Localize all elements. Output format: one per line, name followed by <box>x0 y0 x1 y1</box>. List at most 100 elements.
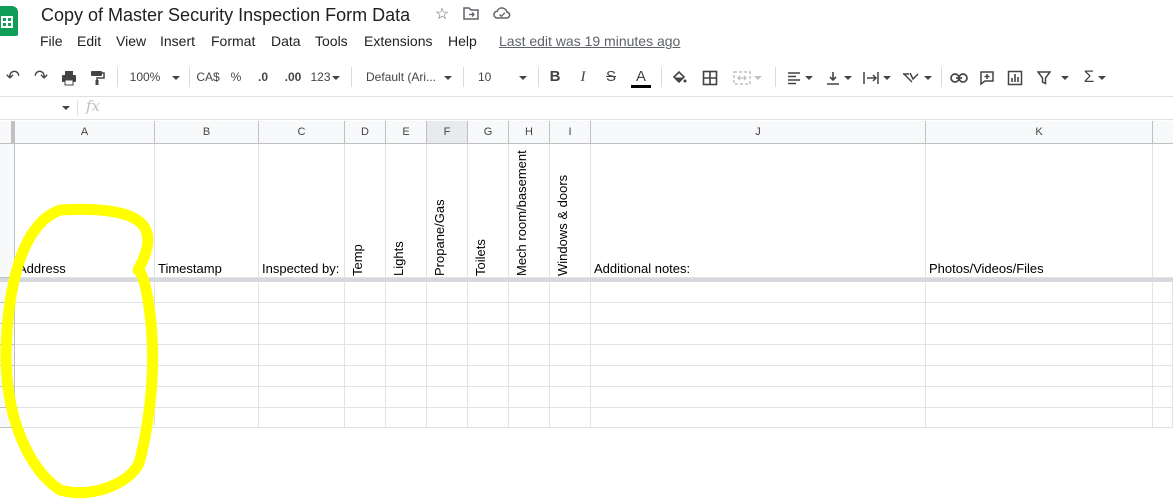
grid-cell[interactable] <box>155 345 259 366</box>
name-box-dropdown[interactable] <box>62 106 70 110</box>
sheets-logo-icon[interactable] <box>0 6 18 36</box>
column-header-a[interactable]: A <box>15 121 155 144</box>
grid-cell[interactable] <box>926 345 1153 366</box>
font-size-select[interactable]: 10 <box>470 63 532 91</box>
header-cell-lights[interactable]: Lights <box>386 144 427 278</box>
grid-cell[interactable] <box>509 324 550 345</box>
menu-help[interactable]: Help <box>448 33 477 49</box>
row-header-5[interactable] <box>0 345 15 366</box>
bold-button[interactable]: B <box>545 63 565 91</box>
text-wrapping-icon[interactable] <box>860 63 894 91</box>
grid-cell[interactable] <box>468 282 509 303</box>
document-title[interactable]: Copy of Master Security Inspection Form … <box>41 5 410 26</box>
merge-cells-icon[interactable] <box>728 63 766 91</box>
grid-cell[interactable] <box>259 303 345 324</box>
grid-cell[interactable] <box>1153 366 1173 387</box>
paint-format-icon[interactable] <box>86 63 108 91</box>
horizontal-align-icon[interactable] <box>783 63 817 91</box>
grid-cell[interactable] <box>386 303 427 324</box>
header-cell-timestamp[interactable]: Timestamp <box>155 144 259 278</box>
grid-cell[interactable] <box>155 303 259 324</box>
functions-button[interactable]: Σ <box>1078 63 1112 91</box>
grid-cell[interactable] <box>386 366 427 387</box>
grid-cell[interactable] <box>468 345 509 366</box>
grid-cell[interactable] <box>591 282 926 303</box>
grid-cell[interactable] <box>926 303 1153 324</box>
grid-cell[interactable] <box>509 282 550 303</box>
grid-cell[interactable] <box>427 324 468 345</box>
grid-cell[interactable] <box>259 345 345 366</box>
column-header-d[interactable]: D <box>345 121 386 144</box>
grid-cell[interactable] <box>550 366 591 387</box>
grid-cell[interactable] <box>550 387 591 408</box>
menu-file[interactable]: File <box>40 33 63 49</box>
grid-cell[interactable] <box>1153 303 1173 324</box>
grid-cell[interactable] <box>468 366 509 387</box>
grid-cell[interactable] <box>427 282 468 303</box>
grid-cell[interactable] <box>550 324 591 345</box>
insert-link-icon[interactable] <box>948 63 970 91</box>
grid-cell[interactable] <box>509 303 550 324</box>
header-cell-address[interactable]: Address <box>15 144 155 278</box>
column-header-c[interactable]: C <box>259 121 345 144</box>
select-all-corner[interactable] <box>0 121 15 144</box>
grid-cell[interactable] <box>926 408 1153 428</box>
grid-cell[interactable] <box>926 282 1153 303</box>
grid-cell[interactable] <box>509 345 550 366</box>
decrease-decimal-button[interactable]: .0 <box>252 63 274 91</box>
menu-tools[interactable]: Tools <box>315 33 348 49</box>
font-family-select[interactable]: Default (Ari... <box>362 63 458 91</box>
menu-format[interactable]: Format <box>211 33 255 49</box>
grid-cell[interactable] <box>345 387 386 408</box>
grid-cell[interactable] <box>155 282 259 303</box>
row-header-6[interactable] <box>0 366 15 387</box>
italic-button[interactable]: I <box>573 63 593 91</box>
grid-cell[interactable] <box>509 366 550 387</box>
grid-cell[interactable] <box>386 282 427 303</box>
grid-cell[interactable] <box>386 345 427 366</box>
header-cell-windows-doors[interactable]: Windows & doors <box>550 144 591 278</box>
menu-insert[interactable]: Insert <box>160 33 195 49</box>
strikethrough-button[interactable]: S <box>601 63 621 91</box>
menu-view[interactable]: View <box>116 33 146 49</box>
grid-cell[interactable] <box>550 282 591 303</box>
grid-cell[interactable] <box>345 366 386 387</box>
formula-input[interactable] <box>117 100 1167 116</box>
grid-cell[interactable] <box>345 303 386 324</box>
menu-data[interactable]: Data <box>271 33 301 49</box>
grid-cell[interactable] <box>550 303 591 324</box>
menu-extensions[interactable]: Extensions <box>364 33 432 49</box>
grid-cell[interactable] <box>1153 408 1173 428</box>
grid-cell[interactable] <box>345 282 386 303</box>
grid-cell[interactable] <box>259 282 345 303</box>
grid-cell[interactable] <box>427 303 468 324</box>
grid-cell[interactable] <box>155 324 259 345</box>
grid-cell[interactable] <box>345 345 386 366</box>
grid-cell[interactable] <box>468 387 509 408</box>
grid-cell[interactable] <box>15 408 155 428</box>
vertical-align-icon[interactable] <box>822 63 856 91</box>
filter-icon[interactable] <box>1033 63 1073 91</box>
grid-cell[interactable] <box>155 408 259 428</box>
column-header-g[interactable]: G <box>468 121 509 144</box>
currency-format-button[interactable]: CA$ <box>194 63 222 91</box>
more-formats-select[interactable]: 123 <box>309 63 341 91</box>
grid-cell[interactable] <box>591 408 926 428</box>
grid-cell[interactable] <box>1153 324 1173 345</box>
last-edit-link[interactable]: Last edit was 19 minutes ago <box>499 33 680 49</box>
increase-decimal-button[interactable]: .00 <box>280 63 306 91</box>
grid-cell[interactable] <box>386 387 427 408</box>
grid-cell[interactable] <box>15 282 155 303</box>
grid-cell[interactable] <box>15 345 155 366</box>
grid-cell[interactable] <box>468 303 509 324</box>
row-header-7[interactable] <box>0 387 15 408</box>
row-header-2[interactable] <box>0 282 15 303</box>
grid-cell[interactable] <box>427 366 468 387</box>
column-header-e[interactable]: E <box>386 121 427 144</box>
undo-icon[interactable]: ↶ <box>2 63 24 91</box>
grid-cell[interactable] <box>427 387 468 408</box>
grid-cell[interactable] <box>345 324 386 345</box>
column-header-k[interactable]: K <box>926 121 1153 144</box>
redo-icon[interactable]: ↷ <box>30 63 52 91</box>
grid-cell[interactable] <box>259 408 345 428</box>
